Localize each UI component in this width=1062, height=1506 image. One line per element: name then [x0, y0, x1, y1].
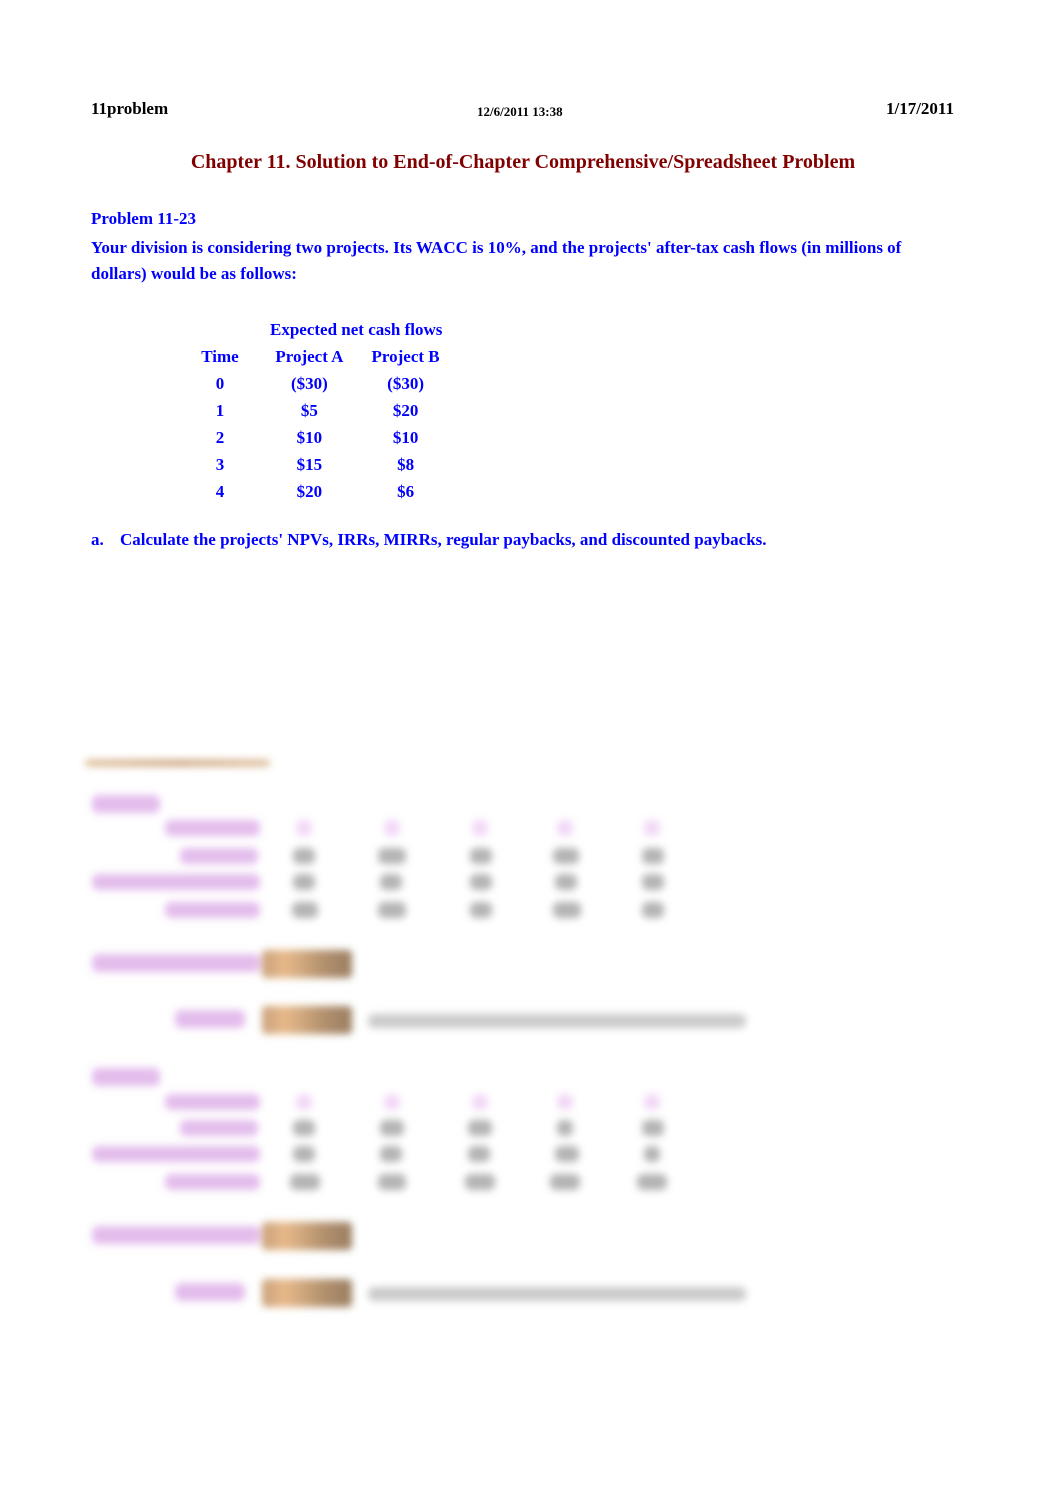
blurred-label: [92, 1146, 260, 1162]
blurred-cell: [472, 820, 488, 836]
blurred-cell: [470, 902, 492, 918]
time-cell: 2: [215, 427, 225, 447]
blurred-cell: [293, 874, 315, 890]
blurred-result-cell: [262, 1222, 352, 1250]
page-title: Chapter 11. Solution to End-of-Chapter C…: [190, 151, 856, 173]
blurred-cell: [378, 848, 406, 864]
blurred-cell: [472, 1094, 488, 1110]
blurred-cell: [470, 848, 492, 864]
blurred-result-cell: [262, 1279, 352, 1307]
blurred-cell: [555, 1146, 579, 1162]
blurred-cell: [642, 874, 664, 890]
blurred-cell: [644, 820, 660, 836]
blurred-cell: [296, 1094, 312, 1110]
project-a-cell: $15: [296, 454, 323, 474]
blurred-cell: [557, 1120, 573, 1136]
blurred-label: [92, 954, 260, 972]
table-header-row: Time Project A Project B: [190, 343, 442, 370]
blurred-note: [368, 1287, 746, 1301]
column-header-project-a: Project A: [275, 346, 344, 366]
blurred-cell: [465, 1174, 495, 1190]
blurred-cell: [470, 874, 492, 890]
blurred-cell: [293, 1146, 315, 1162]
time-cell: 0: [215, 373, 225, 393]
question-a-text: Calculate the projects' NPVs, IRRs, MIRR…: [120, 530, 767, 549]
time-cell: 4: [215, 481, 225, 501]
problem-description: Your division is considering two project…: [91, 238, 902, 283]
project-b-cell: $20: [392, 400, 419, 420]
blurred-note: [368, 1014, 746, 1028]
blurred-cell: [642, 1120, 664, 1136]
blurred-cell: [290, 1174, 320, 1190]
project-a-cell: ($30): [290, 373, 328, 393]
blurred-cell: [380, 1146, 402, 1162]
group-header: Expected net cash flows: [270, 319, 443, 339]
table-row: 3 $15 $8: [190, 451, 442, 478]
blurred-label: [92, 1226, 260, 1244]
blurred-result-cell: [262, 950, 352, 978]
blurred-cell: [378, 902, 406, 918]
blurred-label: [180, 1120, 258, 1136]
project-b-cell: $8: [397, 454, 415, 474]
blurred-label: [175, 1283, 245, 1301]
project-a-cell: $10: [296, 427, 323, 447]
table-row: 4 $20 $6: [190, 478, 442, 505]
blurred-label: [165, 1094, 260, 1110]
cash-flow-table: Expected net cash flows Time Project A P…: [190, 316, 442, 505]
question-a: a. Calculate the projects' NPVs, IRRs, MI…: [91, 530, 767, 550]
project-b-cell: $10: [392, 427, 419, 447]
table-group-header-row: Expected net cash flows: [190, 316, 442, 343]
table-row: 2 $10 $10: [190, 424, 442, 451]
blurred-cell: [550, 1174, 580, 1190]
project-a-cell: $20: [296, 481, 323, 501]
blurred-label: [92, 874, 260, 890]
column-header-project-b: Project B: [371, 346, 440, 366]
blurred-cell: [384, 820, 400, 836]
time-cell: 3: [215, 454, 225, 474]
blurred-result-cell: [262, 1006, 352, 1034]
blurred-cell: [292, 902, 318, 918]
blurred-label: [175, 1010, 245, 1028]
blurred-cell: [380, 1120, 404, 1136]
blurred-cell: [293, 1120, 315, 1136]
blurred-label: [92, 1068, 160, 1086]
sheet-name: 11problem: [91, 99, 169, 118]
problem-number: Problem 11-23: [91, 209, 196, 228]
column-header-time: Time: [201, 346, 239, 366]
project-a-cell: $5: [300, 400, 318, 420]
blurred-cell: [380, 874, 402, 890]
blurred-cell: [378, 1174, 406, 1190]
blurred-cell: [468, 1146, 490, 1162]
blurred-cell: [644, 1094, 660, 1110]
project-b-cell: $6: [397, 481, 415, 501]
blurred-cell: [642, 902, 664, 918]
blurred-label: [165, 902, 260, 918]
blurred-label: [165, 1174, 260, 1190]
blurred-label: [92, 795, 160, 813]
blurred-divider: [85, 760, 270, 766]
blurred-cell: [468, 1120, 492, 1136]
blurred-label: [165, 820, 260, 836]
time-cell: 1: [215, 400, 225, 420]
header-date: 1/17/2011: [885, 99, 954, 118]
blurred-cell: [553, 902, 581, 918]
obscured-solution-section: [0, 740, 1062, 1340]
blurred-label: [180, 848, 258, 864]
blurred-cell: [296, 820, 312, 836]
blurred-cell: [637, 1174, 667, 1190]
blurred-cell: [557, 1094, 573, 1110]
blurred-cell: [557, 820, 573, 836]
blurred-cell: [555, 874, 577, 890]
table-row: 1 $5 $20: [190, 397, 442, 424]
project-b-cell: ($30): [387, 373, 424, 393]
blurred-cell: [642, 848, 664, 864]
blurred-cell: [293, 848, 315, 864]
question-a-label: a.: [91, 530, 104, 549]
printed-timestamp: 12/6/2011 13:38: [477, 104, 563, 119]
blurred-cell: [384, 1094, 400, 1110]
blurred-cell: [553, 848, 579, 864]
blurred-cell: [644, 1146, 660, 1162]
table-row: 0 ($30) ($30): [190, 370, 442, 397]
